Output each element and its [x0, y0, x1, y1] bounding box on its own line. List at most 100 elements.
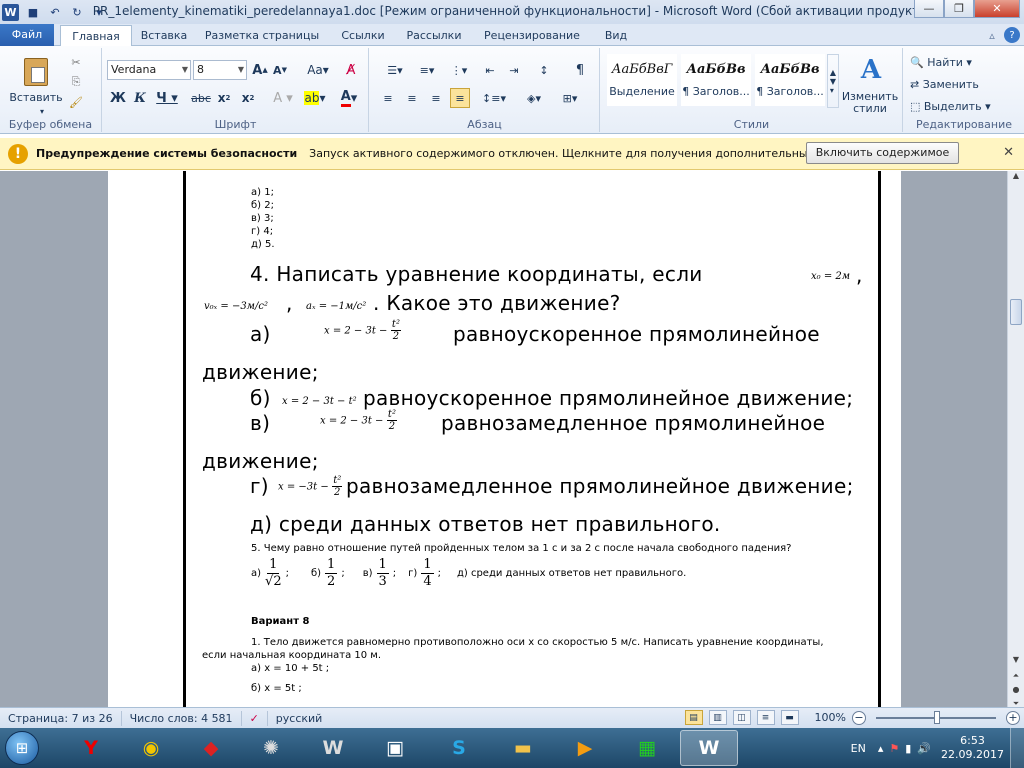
style-heading1[interactable]: АаБбВв ¶ Заголов... — [681, 54, 751, 106]
format-painter-icon[interactable]: 🖌 — [68, 94, 84, 110]
system-monitor-icon[interactable]: ▦ — [618, 730, 676, 766]
select-browse-icon[interactable]: ● — [1008, 685, 1024, 699]
italic-icon[interactable]: К — [131, 88, 149, 108]
change-styles-label[interactable]: Изменить стили — [839, 90, 901, 116]
change-styles-icon[interactable]: A — [843, 52, 899, 88]
justify-icon[interactable]: ≡ — [450, 88, 470, 108]
show-formatting-icon[interactable]: ¶ — [570, 60, 590, 80]
prev-page-icon[interactable]: ⏶ — [1008, 671, 1024, 685]
zoom-level[interactable]: 100% — [815, 711, 846, 724]
next-page-icon[interactable]: ⏷ — [1008, 699, 1024, 708]
proofing-icon[interactable]: ✓ — [242, 710, 268, 726]
styles-scroll[interactable]: ▲ ▼ ▾ — [827, 54, 839, 108]
tab-mailings[interactable]: Рассылки — [401, 25, 467, 46]
media-player-icon[interactable]: ▶ — [556, 730, 614, 766]
maximize-button[interactable]: ❐ — [944, 0, 974, 18]
strikethrough-icon[interactable]: abc — [189, 88, 213, 108]
copy-icon[interactable]: ⎘ — [68, 74, 84, 90]
grow-font-icon[interactable]: A ▲ — [251, 60, 269, 80]
redo-icon[interactable]: ↻ — [69, 4, 85, 20]
zoom-in-icon[interactable]: + — [1006, 710, 1020, 725]
full-screen-reading-icon[interactable]: ▥ — [708, 710, 727, 725]
word-logo-icon[interactable]: W — [2, 3, 19, 21]
shading-icon[interactable]: ◈▾ — [520, 88, 548, 108]
battery-icon[interactable]: ▮ — [905, 742, 911, 755]
decrease-indent-icon[interactable]: ⇤ — [480, 60, 500, 80]
line-spacing-icon[interactable]: ↕≡▾ — [480, 88, 508, 108]
clear-formatting-icon[interactable]: A̸ — [341, 60, 361, 80]
close-icon[interactable]: ✕ — [1003, 145, 1014, 160]
skype-icon[interactable]: S — [430, 730, 488, 766]
bold-icon[interactable]: Ж — [109, 88, 127, 108]
font-color-icon[interactable]: A ▾ — [335, 88, 363, 108]
style-heading2[interactable]: АаБбВв ¶ Заголов... — [755, 54, 825, 106]
chrome-icon[interactable]: ◉ — [122, 730, 180, 766]
app-red-icon[interactable]: ◆ — [182, 730, 240, 766]
zoom-out-icon[interactable]: − — [852, 710, 866, 725]
paste-label[interactable]: Вставить — [8, 90, 64, 104]
minimize-ribbon-icon[interactable]: ▵ — [984, 27, 1000, 43]
highlight-icon[interactable]: ab ▾ — [301, 88, 329, 108]
app-swirl-icon[interactable]: ✺ — [242, 730, 300, 766]
multilevel-list-icon[interactable]: ⋮▾ — [446, 60, 472, 80]
language-indicator[interactable]: EN — [851, 742, 866, 755]
tab-references[interactable]: Ссылки — [335, 25, 391, 46]
tab-page-layout[interactable]: Разметка страницы — [203, 25, 321, 46]
sort-icon[interactable]: ↕ — [534, 60, 554, 80]
font-name-select[interactable]: Verdana ▼ — [107, 60, 191, 80]
outline-icon[interactable]: ≡ — [756, 710, 775, 725]
superscript-icon[interactable]: x2 — [239, 88, 257, 108]
zoom-knob[interactable] — [934, 710, 940, 724]
print-layout-icon[interactable]: ▤ — [684, 710, 703, 725]
align-center-icon[interactable]: ≡ — [402, 88, 422, 108]
align-left-icon[interactable]: ≡ — [378, 88, 398, 108]
word-taskbar-icon[interactable]: W — [680, 730, 738, 766]
scroll-down-icon[interactable]: ▼ — [1008, 655, 1024, 669]
security-message[interactable]: Запуск активного содержимого отключен. Щ… — [309, 147, 876, 160]
clock[interactable]: 6:53 22.09.2017 — [941, 734, 1004, 762]
underline-icon[interactable]: Ч ▾ — [155, 88, 179, 108]
show-hidden-icons-icon[interactable]: ▴ — [878, 742, 884, 755]
video-editor-icon[interactable]: ▣ — [366, 730, 424, 766]
paste-dropdown-icon[interactable]: ▾ — [36, 106, 48, 116]
font-size-select[interactable]: 8 ▼ — [193, 60, 247, 80]
cut-icon[interactable]: ✂ — [68, 54, 84, 70]
web-layout-icon[interactable]: ◫ — [732, 710, 751, 725]
enable-content-button[interactable]: Включить содержимое — [806, 142, 959, 164]
tab-insert[interactable]: Вставка — [136, 25, 192, 46]
minimize-button[interactable]: — — [914, 0, 944, 18]
customize-qat-icon[interactable]: ▾ — [91, 4, 107, 20]
show-desktop-button[interactable] — [1010, 728, 1024, 768]
language[interactable]: русский — [268, 711, 331, 726]
draft-icon[interactable]: ▬ — [780, 710, 799, 725]
explorer-icon[interactable]: ▬ — [494, 730, 552, 766]
scroll-thumb[interactable] — [1010, 299, 1022, 325]
increase-indent-icon[interactable]: ⇥ — [504, 60, 524, 80]
yandex-browser-icon[interactable]: Y — [62, 730, 120, 766]
paste-button[interactable] — [10, 52, 62, 92]
scroll-up-icon[interactable]: ▲ — [1008, 171, 1024, 185]
save-icon[interactable]: ■ — [25, 4, 41, 20]
volume-icon[interactable]: 🔊 — [917, 742, 931, 755]
undo-icon[interactable]: ↶ — [47, 4, 63, 20]
tab-view[interactable]: Вид — [598, 25, 634, 46]
zoom-slider[interactable] — [876, 710, 996, 724]
tab-review[interactable]: Рецензирование — [480, 25, 584, 46]
document-page[interactable]: а) 1; б) 2; в) 3; г) 4; д) 5. 4. Написат… — [108, 171, 901, 707]
tab-file[interactable]: Файл — [0, 24, 54, 46]
page-count[interactable]: Страница: 7 из 26 — [0, 710, 122, 726]
find-button[interactable]: 🔍 Найти ▾ — [910, 54, 990, 70]
subscript-icon[interactable]: x2 — [215, 88, 233, 108]
borders-icon[interactable]: ⊞▾ — [556, 88, 584, 108]
start-button[interactable]: ⊞ — [0, 728, 44, 768]
close-button[interactable]: ✕ — [974, 0, 1020, 18]
tab-home[interactable]: Главная — [60, 25, 132, 47]
align-right-icon[interactable]: ≡ — [426, 88, 446, 108]
change-case-icon[interactable]: Aa▾ — [305, 60, 331, 80]
text-effects-icon[interactable]: A ▾ — [271, 88, 295, 108]
select-button[interactable]: ⬚ Выделить ▾ — [910, 98, 1000, 114]
style-emphasis[interactable]: АаБбВвГ Выделение — [607, 54, 677, 106]
world-of-tanks-icon[interactable]: W — [304, 730, 362, 766]
bullets-icon[interactable]: ☰▾ — [382, 60, 408, 80]
help-icon[interactable]: ? — [1004, 27, 1020, 43]
